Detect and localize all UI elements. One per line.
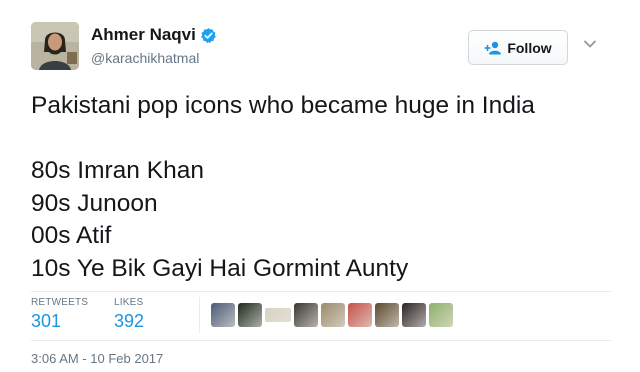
user-plus-icon bbox=[484, 41, 502, 55]
author-avatar[interactable] bbox=[31, 22, 79, 70]
liker-avatar-2[interactable] bbox=[238, 303, 262, 327]
author-handle[interactable]: @karachikhatmal bbox=[91, 50, 199, 66]
liker-avatar-9[interactable] bbox=[429, 303, 453, 327]
liker-avatar-5[interactable] bbox=[321, 303, 345, 327]
likes-label: LIKES bbox=[114, 297, 144, 308]
tweet-line: 10s Ye Bik Gayi Hai Gormint Aunty bbox=[31, 254, 409, 282]
tweet-line: 80s Imran Khan bbox=[31, 157, 204, 184]
tweet-text: Pakistani pop icons who became huge in I… bbox=[31, 90, 535, 285]
author-name[interactable]: Ahmer Naqvi bbox=[91, 25, 196, 45]
likes-count[interactable]: 392 bbox=[114, 311, 144, 332]
profile-photo-icon bbox=[31, 22, 79, 70]
tweet-timestamp[interactable]: 3:06 AM - 10 Feb 2017 bbox=[31, 351, 163, 366]
stats-divider-bottom bbox=[31, 340, 611, 341]
retweets-stat[interactable]: RETWEETS 301 bbox=[31, 297, 88, 332]
liker-avatar-4[interactable] bbox=[294, 303, 318, 327]
chevron-down-icon[interactable] bbox=[583, 39, 597, 49]
verified-badge-icon bbox=[200, 27, 217, 44]
liker-avatar-8[interactable] bbox=[402, 303, 426, 327]
liker-avatars bbox=[211, 303, 453, 327]
author-name-row: Ahmer Naqvi bbox=[91, 25, 217, 45]
follow-button-label: Follow bbox=[507, 39, 552, 56]
liker-avatar-1[interactable] bbox=[211, 303, 235, 327]
stats-separator bbox=[199, 297, 200, 333]
tweet-line bbox=[31, 123, 535, 156]
tweet-line: Pakistani pop icons who became huge in I… bbox=[31, 92, 535, 119]
tweet-line: 90s Junoon bbox=[31, 189, 158, 217]
liker-avatar-7[interactable] bbox=[375, 303, 399, 327]
retweets-label: RETWEETS bbox=[31, 297, 89, 308]
stats-divider-top bbox=[31, 291, 611, 292]
follow-button[interactable]: Follow bbox=[468, 30, 568, 65]
liker-avatar-6[interactable] bbox=[348, 303, 372, 327]
retweets-count[interactable]: 301 bbox=[31, 311, 88, 332]
tweet-line: 00s Atif bbox=[31, 222, 112, 249]
tweet-card: Ahmer Naqvi @karachikhatmal Follow Pakis… bbox=[0, 0, 640, 372]
likes-stat[interactable]: LIKES 392 bbox=[114, 297, 144, 332]
liker-avatar-3[interactable] bbox=[265, 308, 291, 322]
